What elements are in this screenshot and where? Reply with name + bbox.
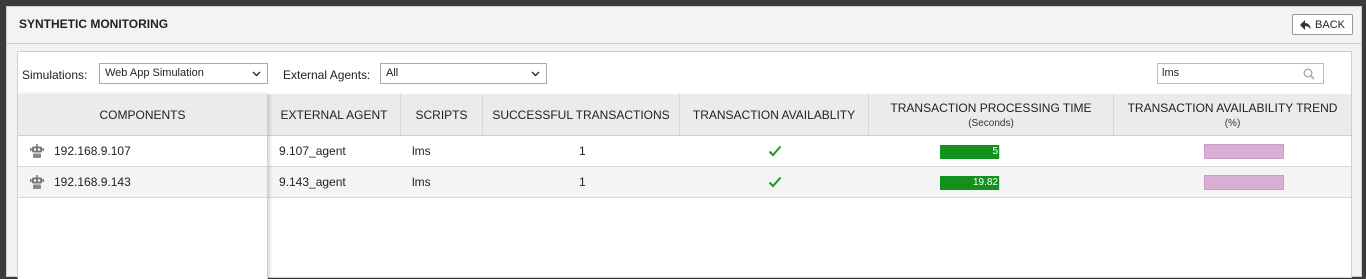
content-area: Simulations: Web App Simulation External… [17, 51, 1352, 279]
column-header-label: TRANSACTION AVAILABLITY [692, 107, 856, 122]
components-column: COMPONENTS 192.168.9.107 192.168.9.143 [18, 94, 268, 279]
check-icon [768, 145, 782, 157]
column-header-label: TRANSACTION AVAILABILITY TREND [1127, 100, 1338, 115]
script-cell: lms [412, 144, 431, 158]
processing-time-value: 19.82 [972, 177, 998, 188]
availability-trend-bar[interactable] [1204, 175, 1284, 190]
column-header-external-agent[interactable]: EXTERNAL AGENT [268, 94, 401, 135]
table-row[interactable]: 9.107_agent lms 1 5 [268, 136, 1351, 167]
table-row[interactable]: 9.143_agent lms 1 19.82 [268, 167, 1351, 198]
agent-cell: 9.107_agent [279, 144, 346, 158]
chevron-down-icon [531, 71, 540, 77]
column-header-availability-trend[interactable]: TRANSACTION AVAILABILITY TREND (%) [1114, 94, 1351, 135]
column-header-label: TRANSACTION PROCESSING TIME [890, 100, 1092, 115]
table-header: EXTERNAL AGENT SCRIPTS SUCCESSFUL TRANSA… [268, 94, 1351, 136]
simulations-label: Simulations: [22, 68, 88, 82]
processing-time-value: 5 [992, 146, 998, 157]
column-header-label: SUCCESSFUL TRANSACTIONS [492, 107, 670, 122]
back-button-label: BACK [1315, 18, 1345, 31]
agent-robot-icon [30, 175, 44, 189]
script-cell: lms [412, 175, 431, 189]
components-header: COMPONENTS [18, 94, 267, 136]
column-header-sublabel: (Seconds) [968, 117, 1014, 129]
page-title: SYNTHETIC MONITORING [19, 17, 169, 31]
chevron-down-icon [252, 71, 261, 77]
simulations-select-value: Web App Simulation [105, 67, 204, 79]
component-label: 192.168.9.107 [54, 144, 131, 158]
back-button[interactable]: BACK [1292, 14, 1353, 35]
column-header-sublabel: (%) [1224, 117, 1241, 129]
search-input[interactable]: lms [1157, 63, 1324, 84]
component-row[interactable]: 192.168.9.107 [18, 136, 267, 167]
search-icon [1303, 68, 1315, 80]
transactions-table: EXTERNAL AGENT SCRIPTS SUCCESSFUL TRANSA… [268, 94, 1351, 279]
synthetic-monitoring-panel: SYNTHETIC MONITORING BACK Simulations: W… [6, 6, 1362, 279]
processing-time-bar: 5 [940, 145, 1000, 159]
external-agents-label: External Agents: [283, 68, 371, 82]
external-agents-select-value: All [386, 67, 399, 79]
simulations-select[interactable]: Web App Simulation [99, 63, 268, 84]
column-header-processing-time[interactable]: TRANSACTION PROCESSING TIME (Seconds) [869, 94, 1114, 135]
search-input-value: lms [1162, 67, 1180, 79]
availability-trend-bar[interactable] [1204, 144, 1284, 159]
external-agents-select[interactable]: All [380, 63, 547, 84]
column-header-scripts[interactable]: SCRIPTS [401, 94, 483, 135]
component-label: 192.168.9.143 [54, 175, 131, 189]
processing-time-bar-fill [940, 145, 999, 159]
component-row[interactable]: 192.168.9.143 [18, 167, 267, 198]
agent-cell: 9.143_agent [279, 175, 346, 189]
processing-time-bar: 19.82 [940, 176, 1000, 190]
column-header-transaction-availability[interactable]: TRANSACTION AVAILABLITY [680, 94, 869, 135]
panel-header: SYNTHETIC MONITORING BACK [7, 7, 1361, 44]
column-header-label: EXTERNAL AGENT [280, 107, 388, 122]
back-arrow-icon [1300, 19, 1312, 30]
filter-bar: Simulations: Web App Simulation External… [18, 52, 1351, 94]
check-icon [768, 176, 782, 188]
column-header-successful-transactions[interactable]: SUCCESSFUL TRANSACTIONS [483, 94, 680, 135]
column-header-label: SCRIPTS [415, 107, 468, 122]
successful-cell: 1 [579, 144, 586, 158]
successful-cell: 1 [579, 175, 586, 189]
agent-robot-icon [30, 144, 44, 158]
